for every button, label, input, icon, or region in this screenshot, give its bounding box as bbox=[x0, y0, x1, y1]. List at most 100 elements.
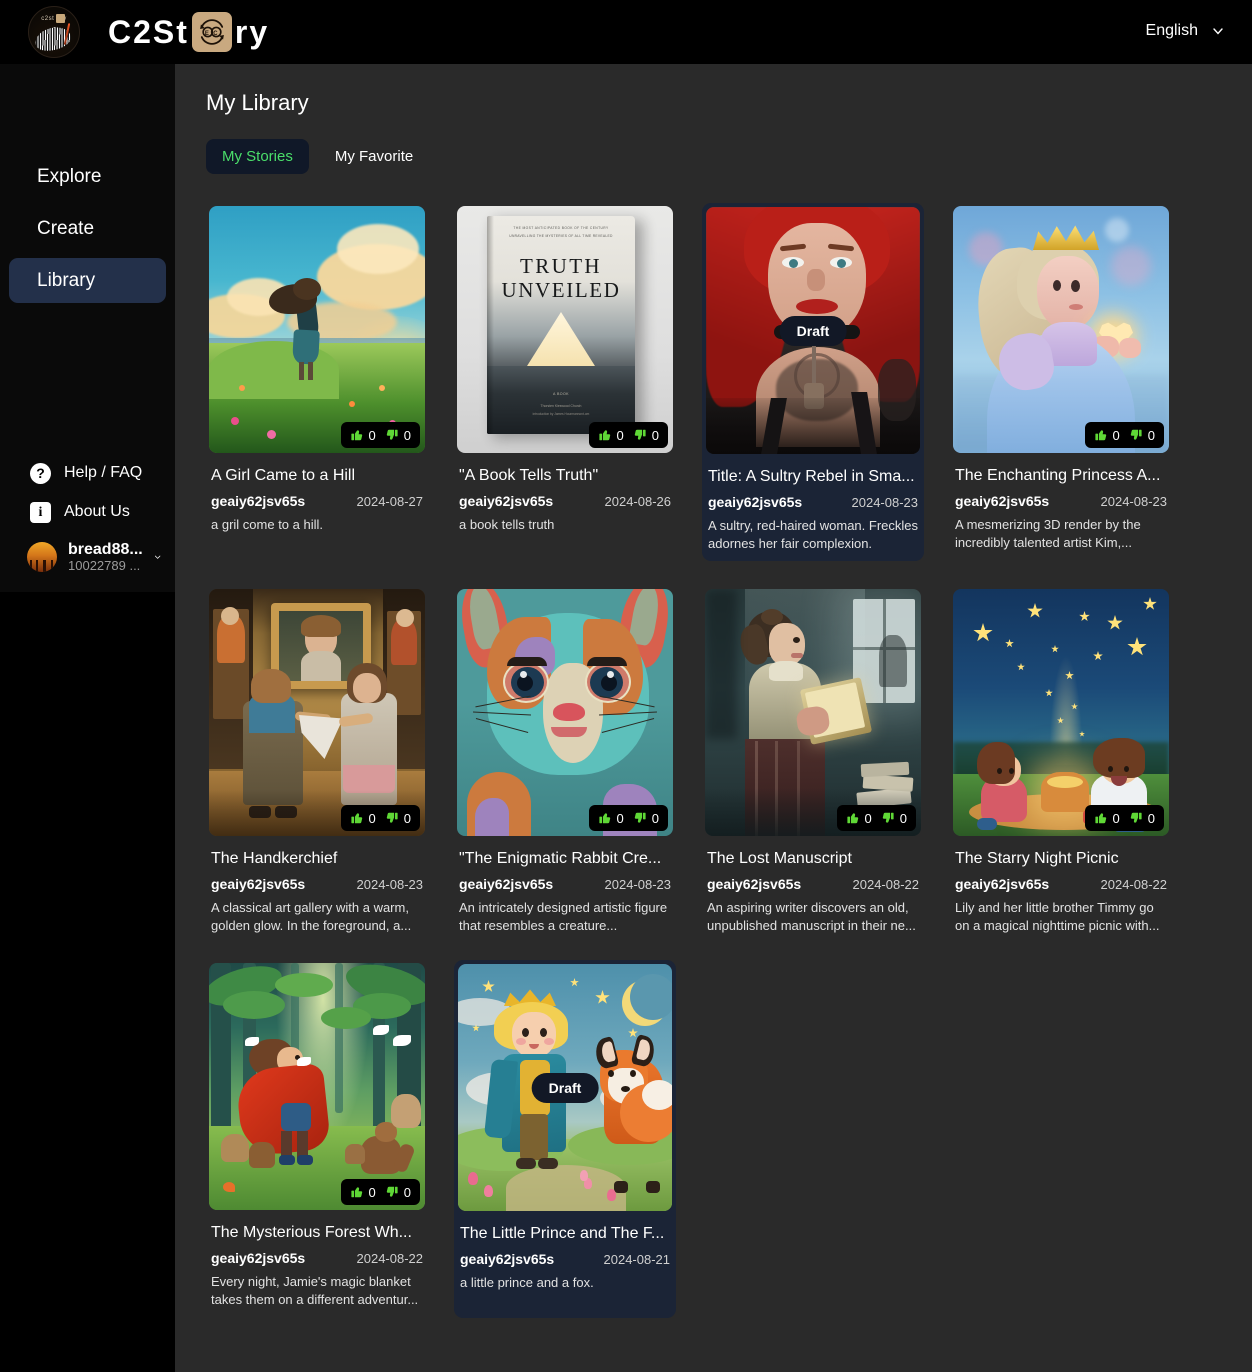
chevron-down-icon bbox=[154, 555, 161, 560]
sidebar-item-explore[interactable]: Explore bbox=[9, 154, 166, 199]
vote-badge[interactable]: 0 0 bbox=[836, 805, 916, 831]
avatar bbox=[27, 542, 57, 573]
story-thumbnail: 0 0 bbox=[705, 589, 921, 836]
tab-my-favorite[interactable]: My Favorite bbox=[319, 139, 429, 174]
story-date: 2024-08-27 bbox=[356, 494, 424, 509]
story-title: "The Enigmatic Rabbit Cre... bbox=[459, 850, 662, 867]
story-title: "A Book Tells Truth" bbox=[459, 467, 599, 484]
story-meta: geaiy62jsv65s 2024-08-23 bbox=[459, 876, 671, 892]
like-value: 0 bbox=[616, 810, 624, 826]
dislike-count[interactable]: 0 bbox=[385, 811, 411, 826]
like-count[interactable]: 0 bbox=[350, 428, 376, 443]
story-card[interactable]: 0 0 The Enchanting Princess A... geaiy62… bbox=[950, 203, 1172, 561]
like-count[interactable]: 0 bbox=[598, 811, 624, 826]
story-card[interactable]: THE MOST ANTICIPATED BOOK OF THE CENTURY… bbox=[454, 203, 676, 561]
story-date: 2024-08-23 bbox=[604, 877, 672, 892]
thumbs-up-icon bbox=[598, 813, 610, 824]
thumbs-down-icon bbox=[634, 429, 646, 440]
sidebar-item-create[interactable]: Create bbox=[9, 206, 166, 251]
scene-forest-red-cape bbox=[209, 963, 425, 1210]
story-date: 2024-08-22 bbox=[1100, 877, 1168, 892]
like-value: 0 bbox=[1112, 427, 1120, 443]
dislike-count[interactable]: 0 bbox=[385, 1185, 411, 1200]
story-thumbnail: 0 0 bbox=[209, 589, 425, 836]
sidebar-item-library[interactable]: Library bbox=[9, 258, 166, 303]
story-thumbnail: 0 0 bbox=[953, 206, 1169, 453]
language-selector[interactable]: English bbox=[1140, 18, 1230, 44]
story-author: geaiy62jsv65s bbox=[955, 493, 1050, 509]
story-date: 2024-08-22 bbox=[852, 877, 920, 892]
story-title: The Handkerchief bbox=[211, 850, 338, 867]
story-card[interactable]: 0 0 The Mysterious Forest Wh... geaiy62j… bbox=[206, 960, 428, 1318]
thumbs-up-icon bbox=[350, 430, 362, 441]
sidebar-item-label: Library bbox=[37, 269, 96, 291]
story-author: geaiy62jsv65s bbox=[211, 493, 306, 509]
dislike-count[interactable]: 0 bbox=[633, 428, 659, 443]
story-author: geaiy62jsv65s bbox=[955, 876, 1050, 892]
about-us-label: About Us bbox=[64, 503, 130, 521]
vote-badge[interactable]: 0 0 bbox=[340, 422, 420, 448]
story-meta: geaiy62jsv65s 2024-08-27 bbox=[211, 493, 423, 509]
like-count[interactable]: 0 bbox=[350, 811, 376, 826]
vote-badge[interactable]: 0 0 bbox=[1084, 805, 1164, 831]
dislike-value: 0 bbox=[1147, 810, 1155, 826]
story-card[interactable]: 0 0 A Girl Came to a Hill geaiy62jsv65s … bbox=[206, 203, 428, 561]
story-description: a little prince and a fox. bbox=[460, 1275, 594, 1290]
dislike-count[interactable]: 0 bbox=[385, 428, 411, 443]
story-author: geaiy62jsv65s bbox=[707, 876, 802, 892]
svg-text:C: C bbox=[213, 31, 219, 37]
story-meta: geaiy62jsv65s 2024-08-26 bbox=[459, 493, 671, 509]
like-count[interactable]: 0 bbox=[1094, 428, 1120, 443]
story-card[interactable]: 0 0 The Starry Night Picnic geaiy62jsv65… bbox=[950, 586, 1172, 935]
logo-emblem-icon: c2st ry bbox=[28, 6, 80, 58]
story-title: Title: A Sultry Rebel in Sma... bbox=[708, 468, 915, 485]
help-faq-label: Help / FAQ bbox=[64, 464, 143, 482]
question-mark-icon: ? bbox=[30, 462, 51, 484]
like-count[interactable]: 0 bbox=[350, 1185, 376, 1200]
story-card[interactable]: 0 0 The Lost Manuscript geaiy62jsv65s 20… bbox=[702, 586, 924, 935]
like-count[interactable]: 0 bbox=[1094, 811, 1120, 826]
sidebar-item-label: Create bbox=[37, 217, 95, 239]
vote-badge[interactable]: 0 0 bbox=[340, 1179, 420, 1205]
dislike-count[interactable]: 0 bbox=[881, 811, 907, 826]
story-description: Lily and her little brother Timmy go on … bbox=[955, 900, 1160, 933]
story-card[interactable]: Draft The Little Prince and The F... gea… bbox=[454, 960, 676, 1318]
story-date: 2024-08-21 bbox=[603, 1252, 671, 1267]
tab-my-stories[interactable]: My Stories bbox=[206, 139, 309, 174]
dislike-count[interactable]: 0 bbox=[1129, 428, 1155, 443]
vote-badge[interactable]: 0 0 bbox=[588, 422, 668, 448]
story-meta: geaiy62jsv65s 2024-08-22 bbox=[211, 1250, 423, 1266]
story-card[interactable]: 0 0 "The Enigmatic Rabbit Cre... geaiy62… bbox=[454, 586, 676, 935]
user-account-menu[interactable]: bread88... 10022789 ... bbox=[0, 532, 175, 578]
page-title: My Library bbox=[206, 90, 309, 115]
story-date: 2024-08-23 bbox=[356, 877, 424, 892]
thumbs-up-icon bbox=[598, 430, 610, 441]
user-name: bread88... bbox=[68, 540, 143, 558]
help-faq-link[interactable]: ? Help / FAQ bbox=[0, 454, 175, 493]
scene-woman-reading-manuscript bbox=[705, 589, 921, 836]
story-title: The Enchanting Princess A... bbox=[955, 467, 1161, 484]
story-description: An aspiring writer discovers an old, unp… bbox=[707, 900, 916, 933]
like-count[interactable]: 0 bbox=[846, 811, 872, 826]
brand-logo[interactable]: c2st ry C2St E C ry bbox=[28, 6, 269, 58]
dislike-count[interactable]: 0 bbox=[1129, 811, 1155, 826]
story-title: The Little Prince and The F... bbox=[460, 1225, 665, 1242]
story-author: geaiy62jsv65s bbox=[211, 876, 306, 892]
story-description: Every night, Jamie's magic blanket takes… bbox=[211, 1274, 419, 1307]
story-card[interactable]: Draft Title: A Sultry Rebel in Sma... ge… bbox=[702, 203, 924, 561]
brand-wordmark: C2St E C ry bbox=[108, 12, 269, 52]
story-meta: geaiy62jsv65s 2024-08-22 bbox=[955, 876, 1167, 892]
story-card[interactable]: 0 0 The Handkerchief geaiy62jsv65s 2024-… bbox=[206, 586, 428, 935]
vote-badge[interactable]: 0 0 bbox=[588, 805, 668, 831]
like-value: 0 bbox=[368, 427, 376, 443]
vote-badge[interactable]: 0 0 bbox=[1084, 422, 1164, 448]
dislike-count[interactable]: 0 bbox=[633, 811, 659, 826]
logo-text-post: ry bbox=[234, 13, 270, 50]
vote-badge[interactable]: 0 0 bbox=[340, 805, 420, 831]
about-us-link[interactable]: i About Us bbox=[0, 493, 175, 532]
like-count[interactable]: 0 bbox=[598, 428, 624, 443]
book-title-line-2: UNVEILED bbox=[501, 278, 621, 302]
dislike-value: 0 bbox=[651, 810, 659, 826]
scene-patchwork-rabbit bbox=[457, 589, 673, 836]
story-thumbnail: 0 0 bbox=[209, 206, 425, 453]
